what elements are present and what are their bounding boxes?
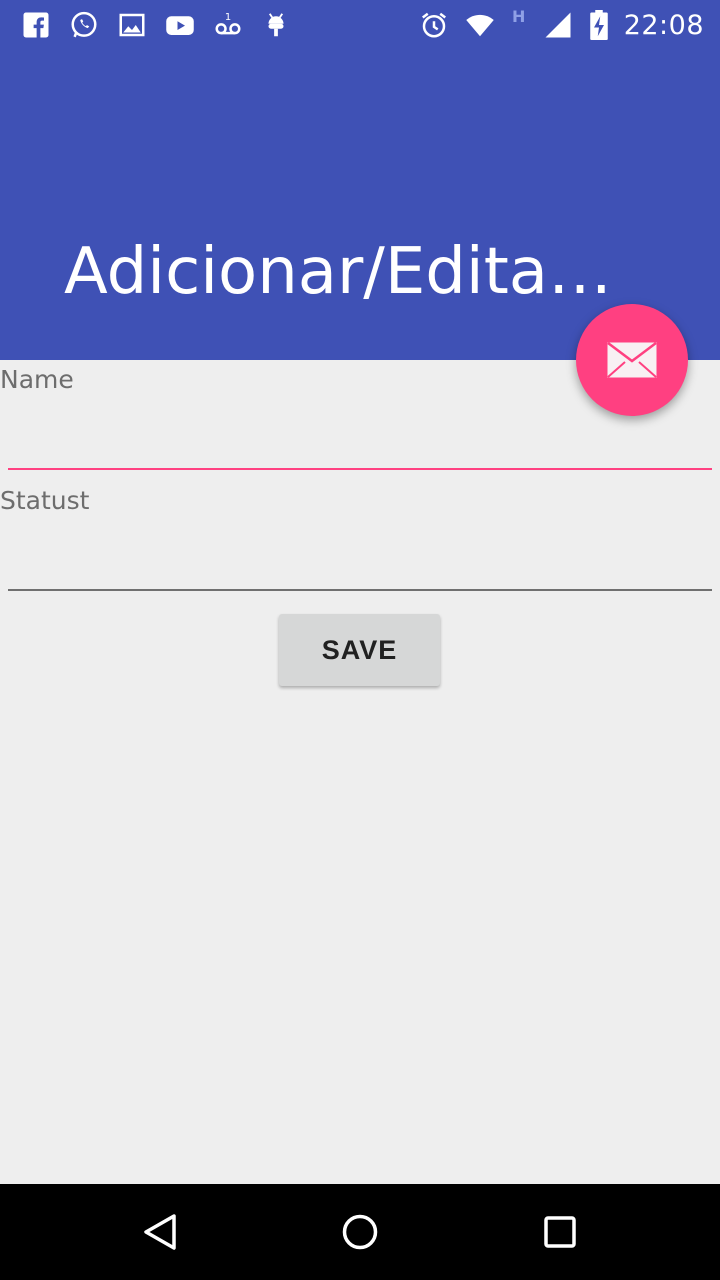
signal-icon (542, 9, 574, 41)
battery-charging-icon (588, 9, 610, 41)
email-fab-button[interactable] (576, 304, 688, 416)
svg-text:1: 1 (225, 12, 231, 23)
status-input[interactable] (8, 537, 712, 587)
save-button[interactable]: SAVE (279, 614, 440, 686)
image-icon (116, 9, 148, 41)
network-type: H (511, 7, 526, 26)
name-input-underline (8, 468, 712, 470)
back-icon (144, 1214, 176, 1250)
recents-icon (544, 1216, 576, 1248)
email-icon (607, 342, 657, 378)
clock: 22:08 (623, 9, 704, 41)
name-input[interactable] (8, 416, 712, 466)
whatsapp-icon (68, 9, 100, 41)
name-label: Name (0, 365, 74, 394)
android-icon (260, 9, 292, 41)
page-title: Adicionar/Editar I... (64, 235, 636, 309)
home-icon (342, 1214, 378, 1250)
youtube-icon (164, 9, 196, 41)
status-label: Statust (0, 486, 90, 515)
wifi-icon (464, 9, 496, 41)
status-input-underline (8, 589, 712, 591)
voicemail-icon: 1 (212, 9, 244, 41)
status-bar: 1 H 22:08 (0, 0, 720, 50)
home-button[interactable] (338, 1210, 382, 1254)
facebook-icon (20, 9, 52, 41)
notification-icons: 1 (20, 8, 292, 42)
system-icons: H 22:08 (418, 8, 704, 42)
alarm-icon (418, 9, 450, 41)
navigation-bar (0, 1184, 720, 1280)
back-button[interactable] (138, 1210, 182, 1254)
recents-button[interactable] (538, 1210, 582, 1254)
